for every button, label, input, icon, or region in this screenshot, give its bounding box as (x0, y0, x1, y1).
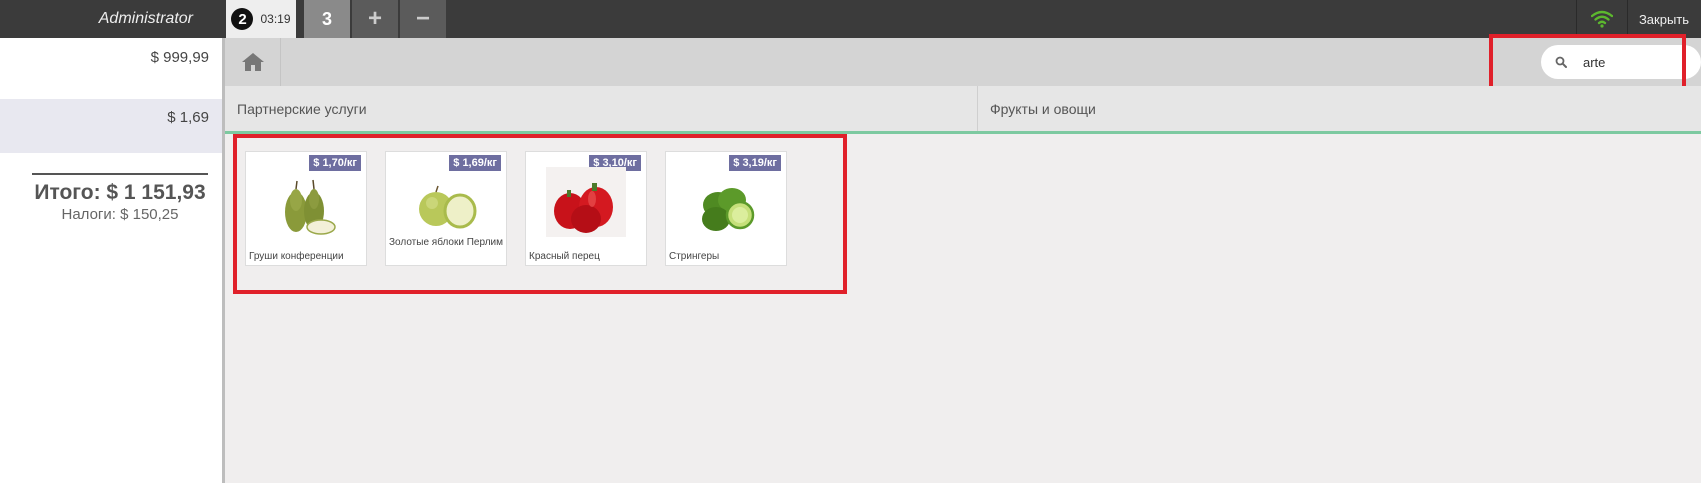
order-number-badge: 2 (231, 8, 254, 30)
category-fruits-vegetables[interactable]: Фрукты и овощи (978, 86, 1701, 131)
user-name[interactable]: Administrator (0, 0, 222, 38)
home-icon (241, 53, 264, 71)
product-card[interactable]: $ 3,10/кг Красный перец (525, 151, 647, 266)
order-total: Итого: $ 1 151,93 (34, 181, 206, 204)
wifi-icon[interactable] (1576, 0, 1628, 38)
category-bar: Партнерские услуги Фрукты и овощи (225, 86, 1701, 134)
search-box[interactable] (1541, 45, 1701, 79)
close-button[interactable]: Закрыть (1627, 0, 1701, 38)
red-pepper-image (546, 167, 626, 237)
product-card[interactable]: $ 1,69/кг Золотые яблоки Перлим (385, 151, 507, 266)
product-name: Красный перец (529, 251, 600, 262)
pear-image (285, 179, 336, 235)
order-line-selected[interactable]: $ 1,69 (0, 99, 222, 153)
order-time: 03:19 (260, 12, 291, 26)
product-name: Груши конференции (249, 251, 344, 262)
order-summary: Итого: $ 1 151,93 Налоги: $ 150,25 (32, 173, 208, 223)
search-input[interactable] (1583, 54, 1683, 70)
product-name: Золотые яблоки Перлим (389, 237, 503, 248)
search-icon (1555, 56, 1573, 68)
lime-image (702, 188, 755, 231)
breadcrumb-bar (225, 38, 1701, 86)
order-panel: $ 999,99 $ 1,69 Итого: $ 1 151,93 Налоги… (0, 38, 225, 483)
home-button[interactable] (225, 38, 281, 86)
category-partner-services[interactable]: Партнерские услуги (225, 86, 978, 131)
apple-image (419, 185, 477, 229)
product-card[interactable]: $ 3,19/кг Стрингеры (665, 151, 787, 266)
order-tab-active[interactable]: 2 03:19 (226, 0, 296, 38)
top-bar: Administrator 2 03:19 3 + − Закрыть (0, 0, 1701, 38)
order-taxes: Налоги: $ 150,25 (61, 206, 179, 223)
add-order-button[interactable]: + (352, 0, 398, 38)
order-tab-3[interactable]: 3 (304, 0, 350, 38)
product-name: Стрингеры (669, 251, 720, 262)
product-card[interactable]: $ 1,70/кг Груши конференции (245, 151, 367, 266)
order-line[interactable]: $ 999,99 (0, 38, 222, 96)
remove-order-button[interactable]: − (400, 0, 446, 38)
